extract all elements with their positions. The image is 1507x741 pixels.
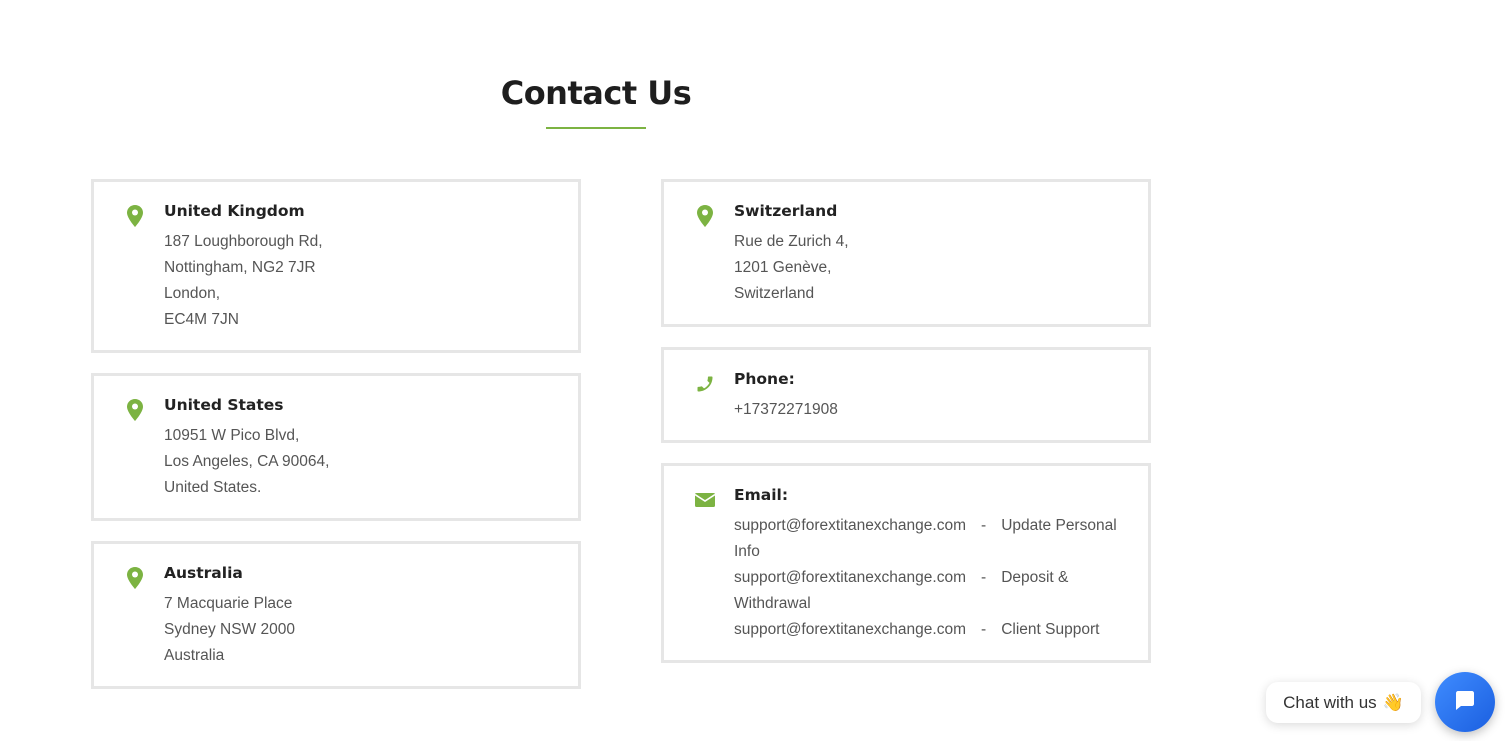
email-address-link[interactable]: support@forextitanexchange.com: [734, 617, 966, 643]
email-row: support@forextitanexchange.com - Client …: [734, 617, 1128, 643]
contact-card-phone: Phone: +17372271908: [661, 347, 1151, 443]
waving-hand-icon: 👋: [1382, 692, 1404, 712]
address-line: 10951 W Pico Blvd,: [164, 427, 300, 444]
address-line: Los Angeles, CA 90064,: [164, 453, 330, 470]
address-line: EC4M 7JN: [164, 311, 239, 328]
page-title: Contact Us: [500, 74, 692, 112]
phone-icon: [694, 373, 716, 395]
separator: -: [981, 621, 987, 638]
map-pin-icon: [124, 205, 146, 227]
card-title: United States: [164, 396, 284, 414]
address-lines: Rue de Zurich 4, 1201 Genève, Switzerlan…: [734, 229, 1128, 307]
title-underline: [546, 127, 646, 129]
address-line: Switzerland: [734, 285, 815, 302]
map-pin-icon: [694, 205, 716, 227]
chat-label: Chat with us: [1283, 692, 1377, 712]
contact-card-us: United States 10951 W Pico Blvd, Los Ang…: [91, 373, 581, 521]
card-title: Email:: [734, 486, 789, 504]
address-line: 1201 Genève,: [734, 259, 832, 276]
address-lines: 7 Macquarie Place Sydney NSW 2000 Austra…: [164, 591, 558, 669]
address-line: Sydney NSW 2000: [164, 621, 295, 638]
email-address-link[interactable]: support@forextitanexchange.com: [734, 513, 966, 539]
address-line: United States.: [164, 479, 262, 496]
address-line: Rue de Zurich 4,: [734, 233, 849, 250]
separator: -: [981, 569, 987, 586]
phone-lines: +17372271908: [734, 397, 1128, 423]
address-lines: 187 Loughborough Rd, Nottingham, NG2 7JR…: [164, 229, 558, 333]
chat-launcher-button[interactable]: [1435, 672, 1495, 732]
email-purpose-continued: Info: [734, 543, 760, 560]
email-purpose: Client Support: [1001, 621, 1100, 638]
address-line: 187 Loughborough Rd,: [164, 233, 323, 250]
map-pin-icon: [124, 567, 146, 589]
contact-card-uk: United Kingdom 187 Loughborough Rd, Nott…: [91, 179, 581, 353]
contact-card-switzerland: Switzerland Rue de Zurich 4, 1201 Genève…: [661, 179, 1151, 327]
email-purpose-continued: Withdrawal: [734, 595, 811, 612]
address-line: London,: [164, 285, 221, 302]
contact-card-email: Email: support@forextitanexchange.com - …: [661, 463, 1151, 663]
contact-card-australia: Australia 7 Macquarie Place Sydney NSW 2…: [91, 541, 581, 689]
address-line: 7 Macquarie Place: [164, 595, 293, 612]
email-row: support@forextitanexchange.com - Deposit…: [734, 565, 1128, 591]
card-title: United Kingdom: [164, 202, 305, 220]
phone-number[interactable]: +17372271908: [734, 397, 1128, 423]
card-title: Australia: [164, 564, 243, 582]
email-address-link[interactable]: support@forextitanexchange.com: [734, 565, 966, 591]
card-title: Phone:: [734, 370, 795, 388]
email-purpose: Update Personal: [1001, 517, 1117, 534]
address-line: Australia: [164, 647, 225, 664]
envelope-icon: [694, 489, 716, 511]
email-purpose: Deposit &: [1001, 569, 1069, 586]
map-pin-icon: [124, 399, 146, 421]
chat-icon: [1454, 689, 1476, 716]
address-line: Nottingham, NG2 7JR: [164, 259, 316, 276]
card-title: Switzerland: [734, 202, 838, 220]
separator: -: [981, 517, 987, 534]
email-lines: support@forextitanexchange.com - Update …: [734, 513, 1128, 643]
chat-with-us-bubble[interactable]: Chat with us 👋: [1266, 682, 1421, 723]
email-row: support@forextitanexchange.com - Update …: [734, 513, 1128, 539]
address-lines: 10951 W Pico Blvd, Los Angeles, CA 90064…: [164, 423, 558, 501]
